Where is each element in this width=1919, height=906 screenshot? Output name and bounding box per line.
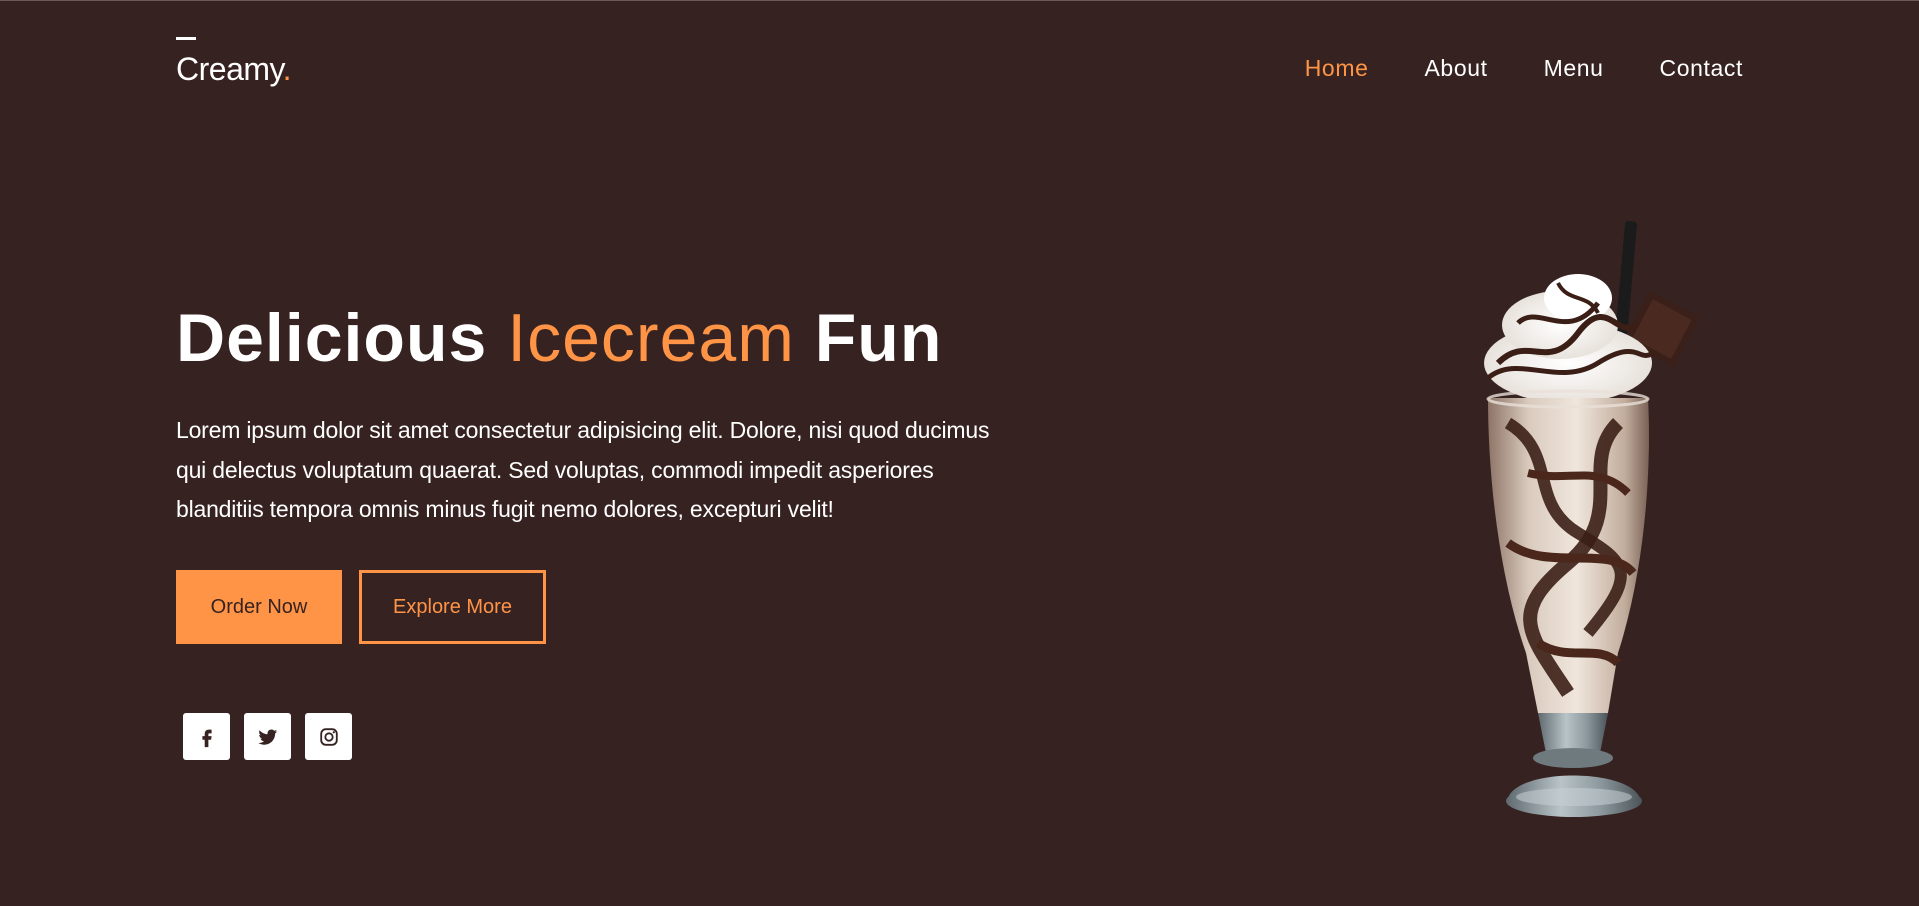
facebook-link[interactable] (183, 713, 230, 760)
landing-page: Creamy. Home About Menu Contact Deliciou… (0, 0, 1919, 906)
hero-title-part2: Fun (794, 300, 943, 376)
facebook-icon (201, 729, 212, 747)
hero-title-part1: Delicious (176, 300, 508, 376)
milkshake-image (1484, 220, 1700, 817)
nav-item-contact[interactable]: Contact (1660, 55, 1743, 82)
hero-title: Delicious Icecream Fun (176, 299, 942, 377)
instagram-link[interactable] (305, 713, 352, 760)
order-now-button[interactable]: Order Now (176, 570, 342, 644)
logo-text: Creamy. (176, 51, 292, 88)
brand-name: Creamy (176, 51, 283, 87)
twitter-icon (257, 729, 277, 745)
hero-description: Lorem ipsum dolor sit amet consectetur a… (176, 417, 990, 522)
hero-title-accent: Icecream (507, 300, 795, 376)
nav-item-about[interactable]: About (1424, 55, 1487, 82)
logo-bar (176, 37, 196, 40)
explore-more-button[interactable]: Explore More (359, 570, 546, 644)
nav-item-menu[interactable]: Menu (1544, 55, 1604, 82)
main-nav: Home About Menu Contact (1305, 55, 1743, 82)
nav-item-home[interactable]: Home (1305, 55, 1369, 82)
brand-dot: . (282, 51, 292, 87)
twitter-link[interactable] (244, 713, 291, 760)
instagram-icon (319, 727, 338, 746)
social-links (183, 713, 352, 760)
